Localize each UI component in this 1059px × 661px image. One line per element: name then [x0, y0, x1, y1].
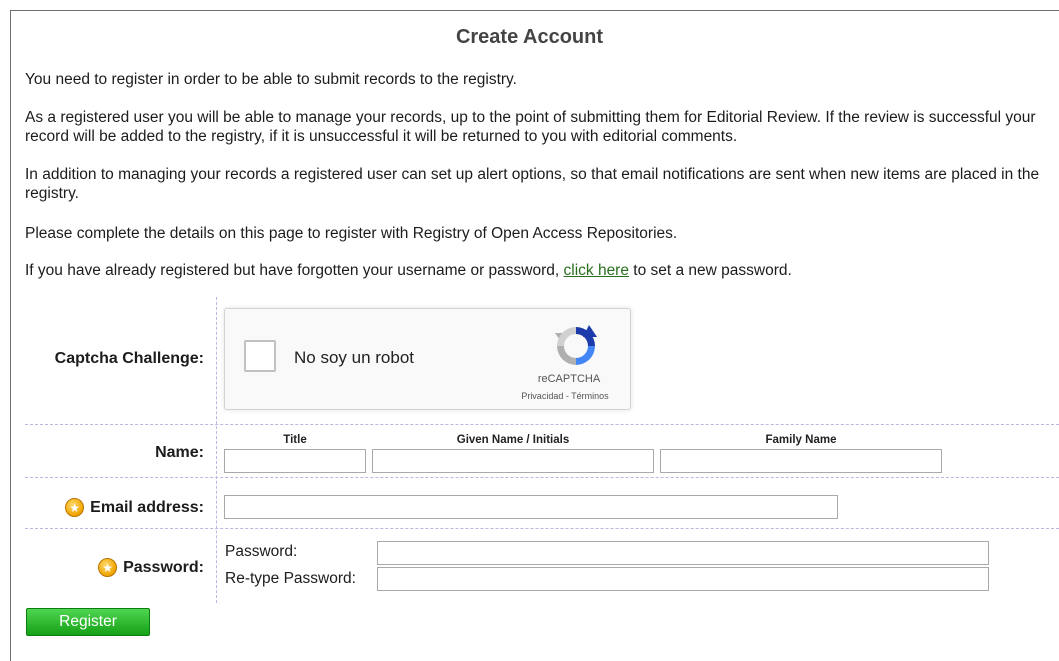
form-row-divider — [25, 477, 1059, 478]
page-title: Create Account — [455, 26, 604, 48]
family-name-input[interactable] — [660, 449, 942, 473]
star-icon: ★ — [98, 558, 118, 577]
reset-password-link[interactable]: click here — [564, 262, 629, 279]
recaptcha-logo-icon — [555, 325, 597, 365]
form-row-divider — [25, 528, 1059, 529]
recaptcha-privacy-terms[interactable]: Privacidad - Términos — [505, 391, 625, 401]
intro-paragraph-2: As a registered user you will be able to… — [25, 109, 1036, 145]
given-name-input[interactable] — [372, 449, 654, 473]
recaptcha-checkbox-text: No soy un robot — [294, 348, 415, 367]
intro-paragraph-4: Please complete the details on this page… — [25, 225, 678, 242]
title-input[interactable] — [224, 449, 366, 473]
retype-password-sublabel: Re-type Password: — [225, 570, 356, 587]
form-row-divider — [25, 424, 1059, 425]
captcha-label: Captcha Challenge: — [54, 350, 204, 367]
recaptcha-widget: No soy un robot reCAPTCHA Privacidad - T… — [224, 308, 631, 410]
retype-password-field[interactable] — [377, 567, 989, 591]
intro-paragraph-1: You need to register in order to be able… — [25, 71, 517, 88]
email-field[interactable] — [224, 495, 838, 519]
forgot-text-after: to set a new password. — [628, 262, 792, 279]
recaptcha-checkbox[interactable] — [244, 340, 276, 372]
intro-paragraph-3: In addition to managing your records a r… — [25, 166, 1040, 202]
forgot-text-before: If you have already registered but have … — [25, 262, 564, 279]
email-label: Email address: — [90, 498, 204, 516]
star-icon: ★ — [65, 498, 85, 517]
col-title-header: Title — [283, 434, 307, 446]
email-label-row: ★ Email address: — [65, 498, 204, 517]
col-given-name-header: Given Name / Initials — [456, 434, 570, 446]
col-family-name-header: Family Name — [765, 434, 837, 446]
password-label: Password: — [123, 558, 204, 576]
intro-paragraph-5: If you have already registered but have … — [25, 261, 1050, 280]
password-label-row: ★ Password: — [98, 558, 204, 577]
password-field[interactable] — [377, 541, 989, 565]
form-column-divider — [216, 297, 217, 603]
recaptcha-brand: reCAPTCHA — [537, 373, 601, 385]
password-sublabel: Password: — [225, 543, 298, 560]
register-button[interactable]: Register — [26, 608, 150, 636]
name-label: Name: — [155, 444, 204, 461]
